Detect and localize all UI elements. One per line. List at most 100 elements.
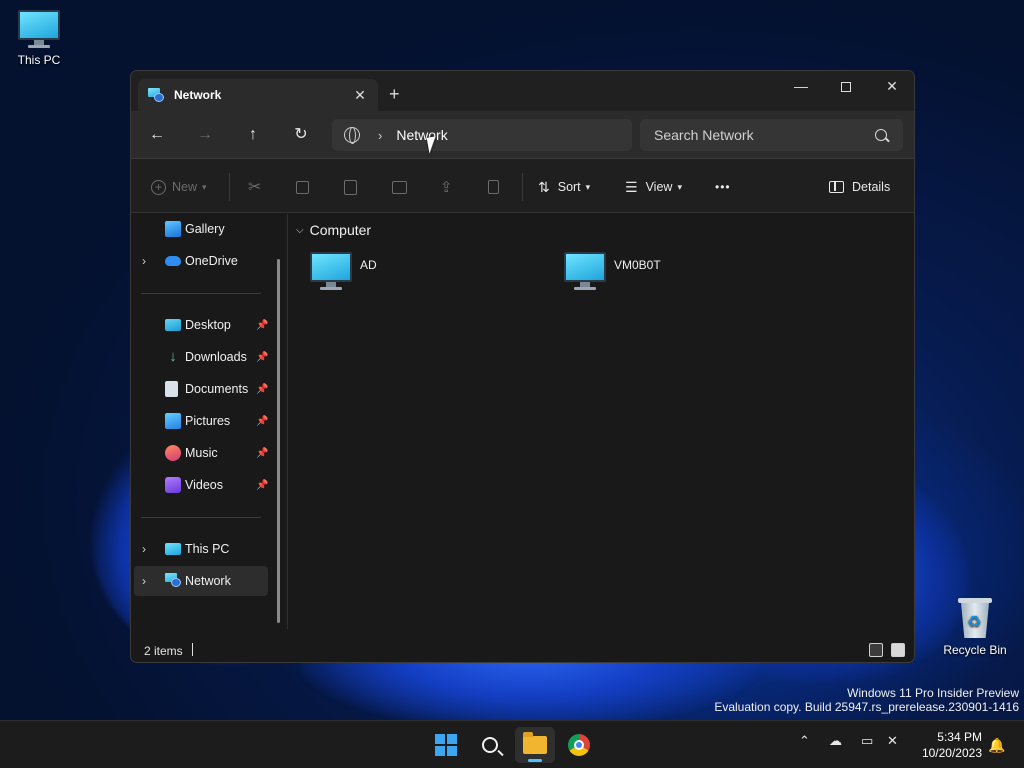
new-button[interactable]: + New ▾ xyxy=(151,177,207,197)
refresh-button[interactable]: ↻ xyxy=(287,123,315,147)
sidebar-item-videos[interactable]: Videos 📌 xyxy=(134,470,268,500)
cut-button[interactable]: ✂ xyxy=(248,177,261,197)
chevron-down-icon: ▾ xyxy=(202,181,207,192)
forward-button[interactable]: → xyxy=(191,123,219,147)
new-label: New xyxy=(172,180,198,194)
chevron-down-icon: ▾ xyxy=(677,181,682,192)
title-bar[interactable]: Network ✕ + — ✕ xyxy=(131,71,914,111)
item-label: AD xyxy=(360,258,377,272)
desktop-icon-label: Recycle Bin xyxy=(943,643,1007,657)
list-item-vm0b0t[interactable]: VM0B0T xyxy=(564,252,661,290)
new-tab-button[interactable]: + xyxy=(389,85,400,103)
details-view-button[interactable] xyxy=(869,643,883,657)
desktop-icon-this-pc[interactable]: This PC xyxy=(3,10,75,67)
copy-button[interactable] xyxy=(296,177,309,197)
item-count: 2 items xyxy=(144,644,183,658)
group-label: Computer xyxy=(309,222,372,238)
rename-icon xyxy=(392,180,407,194)
sidebar-item-network[interactable]: › Network xyxy=(134,566,268,596)
pictures-icon xyxy=(165,413,181,429)
search-input[interactable]: Search Network xyxy=(654,127,875,143)
sidebar-item-label: Gallery xyxy=(185,222,225,236)
sidebar-item-label: Pictures xyxy=(185,414,231,428)
file-explorer-icon xyxy=(523,732,547,754)
file-explorer-window: Network ✕ + — ✕ ← → ↑ ↻ › Network Search… xyxy=(130,70,915,663)
desktop-folder-icon xyxy=(165,319,181,331)
sidebar-item-documents[interactable]: Documents 📌 xyxy=(134,374,268,404)
network-icon xyxy=(165,573,181,589)
volume-muted-icon[interactable]: ✕ xyxy=(887,733,898,749)
search-box[interactable]: Search Network xyxy=(640,119,903,151)
sidebar-item-label: OneDrive xyxy=(185,254,238,268)
pin-icon: 📌 xyxy=(256,415,269,427)
details-button[interactable]: Details xyxy=(829,177,890,197)
taskbar-file-explorer[interactable] xyxy=(515,727,555,763)
show-hidden-icons-button[interactable]: ⌃ xyxy=(799,733,810,749)
sidebar-item-downloads[interactable]: ↓ Downloads 📌 xyxy=(134,342,268,372)
sidebar-divider xyxy=(141,517,261,518)
address-bar[interactable]: › Network xyxy=(332,119,632,151)
expand-chevron-icon[interactable]: › xyxy=(142,254,146,268)
navigation-scrollbar[interactable] xyxy=(277,259,280,623)
globe-icon xyxy=(344,127,360,144)
sidebar-item-gallery[interactable]: Gallery xyxy=(134,214,268,244)
command-separator xyxy=(229,173,230,201)
sidebar-item-desktop[interactable]: Desktop 📌 xyxy=(134,310,268,340)
collapse-chevron-icon: ⌵ xyxy=(296,224,304,236)
command-bar: + New ▾ ✂ ⇪ ⇅ Sort ▾ ☰ View ▾ ••• Detail… xyxy=(131,159,914,213)
share-button[interactable]: ⇪ xyxy=(440,177,453,197)
sidebar-item-this-pc[interactable]: › This PC xyxy=(134,534,268,564)
clock[interactable]: 5:34 PM 10/20/2023 xyxy=(904,729,982,761)
start-button[interactable] xyxy=(426,727,466,763)
expand-chevron-icon[interactable]: › xyxy=(142,542,146,556)
active-indicator xyxy=(528,759,542,762)
notification-bell-icon[interactable]: 🔔 xyxy=(988,737,1005,754)
up-button[interactable]: ↑ xyxy=(239,123,267,147)
breadcrumb-network[interactable]: Network xyxy=(396,127,447,143)
view-label: View xyxy=(645,180,673,194)
delete-button[interactable] xyxy=(488,177,499,197)
back-button[interactable]: ← xyxy=(143,123,171,147)
item-label: VM0B0T xyxy=(614,258,661,272)
computer-icon xyxy=(564,252,606,290)
paste-button[interactable] xyxy=(344,177,357,197)
tab-close-button[interactable]: ✕ xyxy=(348,87,372,104)
search-icon xyxy=(875,129,887,141)
start-icon xyxy=(435,734,457,756)
taskbar-chrome[interactable] xyxy=(559,727,599,763)
onedrive-icon xyxy=(165,256,181,266)
navigation-bar: ← → ↑ ↻ › Network Search Network xyxy=(131,111,914,159)
expand-chevron-icon[interactable]: › xyxy=(142,574,146,588)
paste-icon xyxy=(344,179,357,195)
clock-time: 5:34 PM xyxy=(937,730,982,744)
chrome-icon xyxy=(568,734,590,756)
file-list: ⌵ Computer AD VM0B0T xyxy=(288,214,914,629)
close-button[interactable]: ✕ xyxy=(869,71,914,103)
onedrive-tray-icon[interactable]: ☁ xyxy=(829,733,842,749)
group-header-computer[interactable]: ⌵ Computer xyxy=(296,222,371,238)
more-options-button[interactable]: ••• xyxy=(715,177,731,197)
pin-icon: 📌 xyxy=(256,351,269,363)
taskbar-search-button[interactable] xyxy=(470,727,510,763)
list-item-ad[interactable]: AD xyxy=(310,252,377,290)
sidebar-item-onedrive[interactable]: › OneDrive xyxy=(134,246,268,276)
pin-icon: 📌 xyxy=(256,319,269,331)
large-icons-view-button[interactable] xyxy=(891,643,905,657)
sidebar-item-pictures[interactable]: Pictures 📌 xyxy=(134,406,268,436)
view-icon: ☰ xyxy=(625,178,638,195)
view-button[interactable]: ☰ View ▾ xyxy=(625,177,682,197)
network-tray-icon[interactable]: ▭ xyxy=(861,733,873,749)
status-bar: 2 items xyxy=(131,637,914,662)
sidebar-item-music[interactable]: Music 📌 xyxy=(134,438,268,468)
minimize-button[interactable]: — xyxy=(778,71,824,103)
sidebar-item-label: Music xyxy=(185,446,218,460)
pin-icon: 📌 xyxy=(256,447,269,459)
maximize-button[interactable] xyxy=(823,71,869,103)
tab-network[interactable]: Network ✕ xyxy=(138,79,378,111)
desktop-icon-recycle-bin[interactable]: ♻ Recycle Bin xyxy=(939,598,1011,657)
scissors-icon: ✂ xyxy=(248,179,262,196)
rename-button[interactable] xyxy=(392,177,407,197)
sort-button[interactable]: ⇅ Sort ▾ xyxy=(538,177,590,197)
breadcrumb-chevron-icon[interactable]: › xyxy=(378,128,382,143)
navigation-pane: Gallery › OneDrive Desktop 📌 ↓ Downloads… xyxy=(131,214,283,629)
